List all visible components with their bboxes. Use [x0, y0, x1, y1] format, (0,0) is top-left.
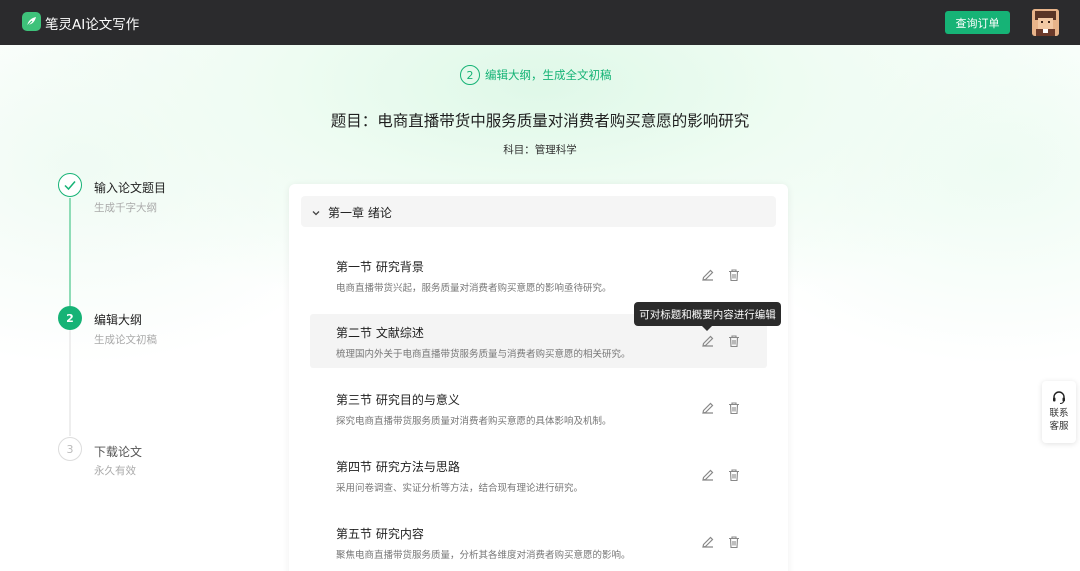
trash-icon[interactable] — [726, 267, 742, 283]
support-label-line2: 客服 — [1049, 421, 1069, 432]
edit-tooltip: 可对标题和概要内容进行编辑 — [634, 302, 781, 326]
step-2-subtitle: 生成论文初稿 — [94, 334, 157, 346]
section-desc: 探究电商直播带货服务质量对消费者购买意愿的具体影响及机制。 — [336, 416, 612, 427]
headset-icon — [1051, 389, 1067, 405]
trash-icon[interactable] — [726, 467, 742, 483]
trash-icon[interactable] — [726, 333, 742, 349]
outline-section[interactable]: 第一节 研究背景 电商直播带货兴起，服务质量对消费者购买意愿的影响亟待研究。 — [310, 248, 767, 302]
section-desc: 梳理国内外关于电商直播带货服务质量与消费者购买意愿的相关研究。 — [336, 349, 631, 360]
section-desc: 电商直播带货兴起，服务质量对消费者购买意愿的影响亟待研究。 — [336, 283, 612, 294]
section-title: 第五节 研究内容 — [336, 527, 424, 541]
current-step-tag: 2 编辑大纲，生成全文初稿 — [460, 65, 612, 85]
query-order-button[interactable]: 查询订单 — [945, 11, 1010, 34]
support-label-line1: 联系 — [1049, 408, 1069, 419]
step-1-subtitle: 生成千字大纲 — [94, 202, 157, 214]
chapter-title: 第一章 绪论 — [328, 206, 392, 220]
section-title: 第一节 研究背景 — [336, 260, 424, 274]
outline-section[interactable]: 第五节 研究内容 聚焦电商直播带货服务质量，分析其各维度对消费者购买意愿的影响。 — [310, 515, 767, 569]
chapter-header[interactable]: 第一章 绪论 — [301, 196, 776, 227]
step-1-title: 输入论文题目 — [94, 181, 167, 195]
tooltip-arrow — [702, 326, 712, 331]
edit-icon[interactable] — [700, 467, 716, 483]
section-desc: 采用问卷调查、实证分析等方法，结合现有理论进行研究。 — [336, 483, 584, 494]
edit-icon[interactable] — [700, 267, 716, 283]
step-3-number: 3 — [58, 437, 82, 461]
section-desc: 聚焦电商直播带货服务质量，分析其各维度对消费者购买意愿的影响。 — [336, 550, 631, 561]
outline-section[interactable]: 第三节 研究目的与意义 探究电商直播带货服务质量对消费者购买意愿的具体影响及机制… — [310, 381, 767, 435]
customer-service-button[interactable]: 联系 客服 — [1042, 381, 1076, 443]
paper-title: 题目：电商直播带货中服务质量对消费者购买意愿的影响研究 — [330, 112, 750, 130]
step-1-check-icon — [58, 173, 82, 197]
stepper-connector-pending — [69, 330, 71, 436]
edit-icon[interactable] — [700, 333, 716, 349]
step-2-number: 2 — [58, 306, 82, 330]
user-avatar[interactable] — [1032, 9, 1059, 36]
brand-name[interactable]: 笔灵AI论文写作 — [45, 13, 139, 33]
step-3-title: 下载论文 — [94, 445, 143, 459]
step-tag-text: 编辑大纲，生成全文初稿 — [485, 68, 612, 82]
brand-logo-icon[interactable] — [22, 12, 41, 31]
trash-icon[interactable] — [726, 534, 742, 550]
edit-icon[interactable] — [700, 534, 716, 550]
step-2-title: 编辑大纲 — [94, 313, 143, 327]
trash-icon[interactable] — [726, 400, 742, 416]
section-title: 第三节 研究目的与意义 — [336, 393, 460, 407]
outline-section[interactable]: 第四节 研究方法与思路 采用问卷调查、实证分析等方法，结合现有理论进行研究。 — [310, 448, 767, 502]
edit-icon[interactable] — [700, 400, 716, 416]
paper-subject: 科目：管理科学 — [503, 144, 577, 156]
section-title: 第四节 研究方法与思路 — [336, 460, 460, 474]
top-bar: 笔灵AI论文写作 查询订单 — [0, 0, 1080, 45]
chevron-down-icon[interactable] — [310, 204, 322, 223]
step-tag-number: 2 — [460, 65, 480, 85]
section-title: 第二节 文献综述 — [336, 326, 424, 340]
step-3-subtitle: 永久有效 — [94, 465, 136, 477]
outline-card: 第一章 绪论 第一节 研究背景 电商直播带货兴起，服务质量对消费者购买意愿的影响… — [289, 184, 788, 571]
stepper-connector-done — [69, 198, 71, 306]
